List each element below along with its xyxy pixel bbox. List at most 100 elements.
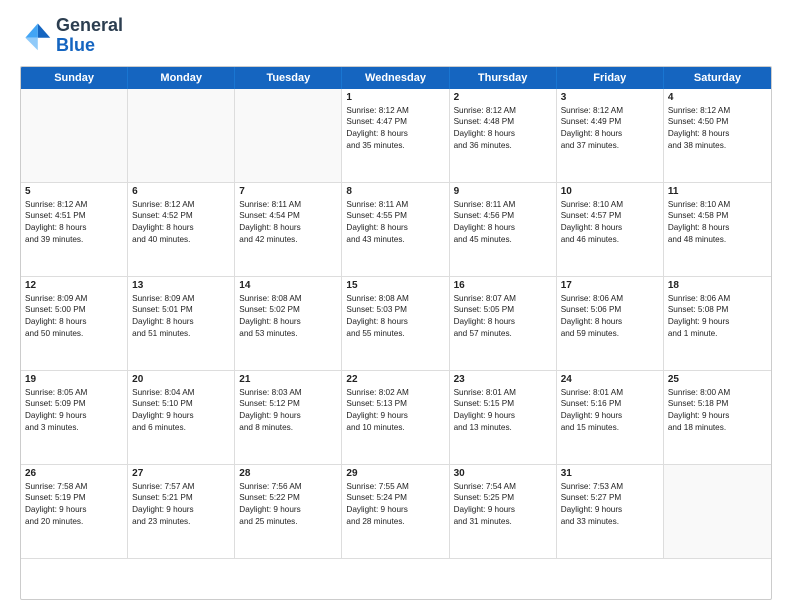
calendar-body: 1Sunrise: 8:12 AM Sunset: 4:47 PM Daylig… — [21, 89, 771, 559]
calendar-cell: 2 Sunrise: 8:12 AM Sunset: 4:48 PM Daylig… — [450, 89, 557, 183]
day-number: 7 — [239, 186, 337, 197]
day-info: Sunrise: 8:12 AM Sunset: 4:51 PM Dayligh… — [25, 199, 123, 247]
header-day-saturday: Saturday — [664, 67, 771, 89]
calendar-cell: 8 Sunrise: 8:11 AM Sunset: 4:55 PM Daylig… — [342, 183, 449, 277]
day-number: 15 — [346, 280, 444, 291]
header-day-wednesday: Wednesday — [342, 67, 449, 89]
day-info: Sunrise: 8:12 AM Sunset: 4:52 PM Dayligh… — [132, 199, 230, 247]
day-info: Sunrise: 7:58 AM Sunset: 5:19 PM Dayligh… — [25, 481, 123, 529]
day-number: 22 — [346, 374, 444, 385]
day-info: Sunrise: 8:09 AM Sunset: 5:00 PM Dayligh… — [25, 293, 123, 341]
day-number: 19 — [25, 374, 123, 385]
day-info: Sunrise: 8:00 AM Sunset: 5:18 PM Dayligh… — [668, 387, 767, 435]
day-number: 8 — [346, 186, 444, 197]
day-number: 14 — [239, 280, 337, 291]
day-info: Sunrise: 8:03 AM Sunset: 5:12 PM Dayligh… — [239, 387, 337, 435]
calendar-cell: 7 Sunrise: 8:11 AM Sunset: 4:54 PM Daylig… — [235, 183, 342, 277]
calendar-cell: 3 Sunrise: 8:12 AM Sunset: 4:49 PM Daylig… — [557, 89, 664, 183]
day-number: 6 — [132, 186, 230, 197]
header-day-thursday: Thursday — [450, 67, 557, 89]
calendar-cell: 23 Sunrise: 8:01 AM Sunset: 5:15 PM Dayli… — [450, 371, 557, 465]
calendar-cell — [21, 89, 128, 183]
calendar-cell: 24Sunrise: 8:01 AM Sunset: 5:16 PM Dayli… — [557, 371, 664, 465]
day-info: Sunrise: 7:54 AM Sunset: 5:25 PM Dayligh… — [454, 481, 552, 529]
day-number: 27 — [132, 468, 230, 479]
day-info: Sunrise: 8:07 AM Sunset: 5:05 PM Dayligh… — [454, 293, 552, 341]
day-info: Sunrise: 7:56 AM Sunset: 5:22 PM Dayligh… — [239, 481, 337, 529]
day-info: Sunrise: 8:02 AM Sunset: 5:13 PM Dayligh… — [346, 387, 444, 435]
logo-icon — [20, 20, 52, 52]
calendar-cell: 27 Sunrise: 7:57 AM Sunset: 5:21 PM Dayli… — [128, 465, 235, 559]
header-day-tuesday: Tuesday — [235, 67, 342, 89]
day-number: 2 — [454, 92, 552, 103]
day-number: 4 — [668, 92, 767, 103]
day-info: Sunrise: 8:11 AM Sunset: 4:56 PM Dayligh… — [454, 199, 552, 247]
day-info: Sunrise: 8:11 AM Sunset: 4:54 PM Dayligh… — [239, 199, 337, 247]
day-number: 20 — [132, 374, 230, 385]
header: General Blue — [20, 16, 772, 56]
calendar-cell: 16 Sunrise: 8:07 AM Sunset: 5:05 PM Dayli… — [450, 277, 557, 371]
day-number: 5 — [25, 186, 123, 197]
day-number: 24 — [561, 374, 659, 385]
day-info: Sunrise: 8:08 AM Sunset: 5:02 PM Dayligh… — [239, 293, 337, 341]
day-info: Sunrise: 8:12 AM Sunset: 4:48 PM Dayligh… — [454, 105, 552, 153]
day-number: 28 — [239, 468, 337, 479]
logo: General Blue — [20, 16, 123, 56]
day-number: 13 — [132, 280, 230, 291]
calendar: SundayMondayTuesdayWednesdayThursdayFrid… — [20, 66, 772, 600]
logo-blue: Blue — [56, 35, 95, 55]
calendar-cell: 12Sunrise: 8:09 AM Sunset: 5:00 PM Dayli… — [21, 277, 128, 371]
calendar-cell: 13 Sunrise: 8:09 AM Sunset: 5:01 PM Dayli… — [128, 277, 235, 371]
day-info: Sunrise: 7:53 AM Sunset: 5:27 PM Dayligh… — [561, 481, 659, 529]
day-info: Sunrise: 8:05 AM Sunset: 5:09 PM Dayligh… — [25, 387, 123, 435]
calendar-cell: 5 Sunrise: 8:12 AM Sunset: 4:51 PM Daylig… — [21, 183, 128, 277]
header-day-monday: Monday — [128, 67, 235, 89]
day-number: 9 — [454, 186, 552, 197]
day-info: Sunrise: 8:01 AM Sunset: 5:15 PM Dayligh… — [454, 387, 552, 435]
day-info: Sunrise: 8:04 AM Sunset: 5:10 PM Dayligh… — [132, 387, 230, 435]
calendar-cell: 4 Sunrise: 8:12 AM Sunset: 4:50 PM Daylig… — [664, 89, 771, 183]
day-info: Sunrise: 8:11 AM Sunset: 4:55 PM Dayligh… — [346, 199, 444, 247]
calendar-cell: 30Sunrise: 7:54 AM Sunset: 5:25 PM Dayli… — [450, 465, 557, 559]
calendar-cell: 29 Sunrise: 7:55 AM Sunset: 5:24 PM Dayli… — [342, 465, 449, 559]
day-number: 23 — [454, 374, 552, 385]
day-info: Sunrise: 7:55 AM Sunset: 5:24 PM Dayligh… — [346, 481, 444, 529]
day-info: Sunrise: 8:08 AM Sunset: 5:03 PM Dayligh… — [346, 293, 444, 341]
day-info: Sunrise: 8:12 AM Sunset: 4:49 PM Dayligh… — [561, 105, 659, 153]
calendar-cell: 25 Sunrise: 8:00 AM Sunset: 5:18 PM Dayli… — [664, 371, 771, 465]
day-info: Sunrise: 7:57 AM Sunset: 5:21 PM Dayligh… — [132, 481, 230, 529]
calendar-cell — [128, 89, 235, 183]
day-number: 31 — [561, 468, 659, 479]
calendar-cell: 22 Sunrise: 8:02 AM Sunset: 5:13 PM Dayli… — [342, 371, 449, 465]
logo-general: General — [56, 15, 123, 35]
calendar-cell: 1Sunrise: 8:12 AM Sunset: 4:47 PM Daylig… — [342, 89, 449, 183]
calendar-cell: 18 Sunrise: 8:06 AM Sunset: 5:08 PM Dayli… — [664, 277, 771, 371]
day-number: 25 — [668, 374, 767, 385]
calendar-cell: 6 Sunrise: 8:12 AM Sunset: 4:52 PM Daylig… — [128, 183, 235, 277]
calendar-cell: 28 Sunrise: 7:56 AM Sunset: 5:22 PM Dayli… — [235, 465, 342, 559]
day-info: Sunrise: 8:12 AM Sunset: 4:50 PM Dayligh… — [668, 105, 767, 153]
calendar-cell — [664, 465, 771, 559]
header-day-friday: Friday — [557, 67, 664, 89]
calendar-cell — [235, 89, 342, 183]
calendar-cell: 26Sunrise: 7:58 AM Sunset: 5:19 PM Dayli… — [21, 465, 128, 559]
calendar-cell: 11Sunrise: 8:10 AM Sunset: 4:58 PM Dayli… — [664, 183, 771, 277]
calendar-cell: 20 Sunrise: 8:04 AM Sunset: 5:10 PM Dayli… — [128, 371, 235, 465]
calendar-cell: 21Sunrise: 8:03 AM Sunset: 5:12 PM Dayli… — [235, 371, 342, 465]
day-number: 1 — [346, 92, 444, 103]
calendar-cell: 31 Sunrise: 7:53 AM Sunset: 5:27 PM Dayli… — [557, 465, 664, 559]
day-info: Sunrise: 8:06 AM Sunset: 5:08 PM Dayligh… — [668, 293, 767, 341]
calendar-header: SundayMondayTuesdayWednesdayThursdayFrid… — [21, 67, 771, 89]
day-info: Sunrise: 8:09 AM Sunset: 5:01 PM Dayligh… — [132, 293, 230, 341]
day-number: 10 — [561, 186, 659, 197]
calendar-cell: 10Sunrise: 8:10 AM Sunset: 4:57 PM Dayli… — [557, 183, 664, 277]
calendar-cell: 17Sunrise: 8:06 AM Sunset: 5:06 PM Dayli… — [557, 277, 664, 371]
page: General Blue SundayMondayTuesdayWednesda… — [0, 0, 792, 612]
day-number: 16 — [454, 280, 552, 291]
day-number: 3 — [561, 92, 659, 103]
day-number: 18 — [668, 280, 767, 291]
calendar-cell: 15 Sunrise: 8:08 AM Sunset: 5:03 PM Dayli… — [342, 277, 449, 371]
day-number: 29 — [346, 468, 444, 479]
day-info: Sunrise: 8:10 AM Sunset: 4:58 PM Dayligh… — [668, 199, 767, 247]
header-day-sunday: Sunday — [21, 67, 128, 89]
